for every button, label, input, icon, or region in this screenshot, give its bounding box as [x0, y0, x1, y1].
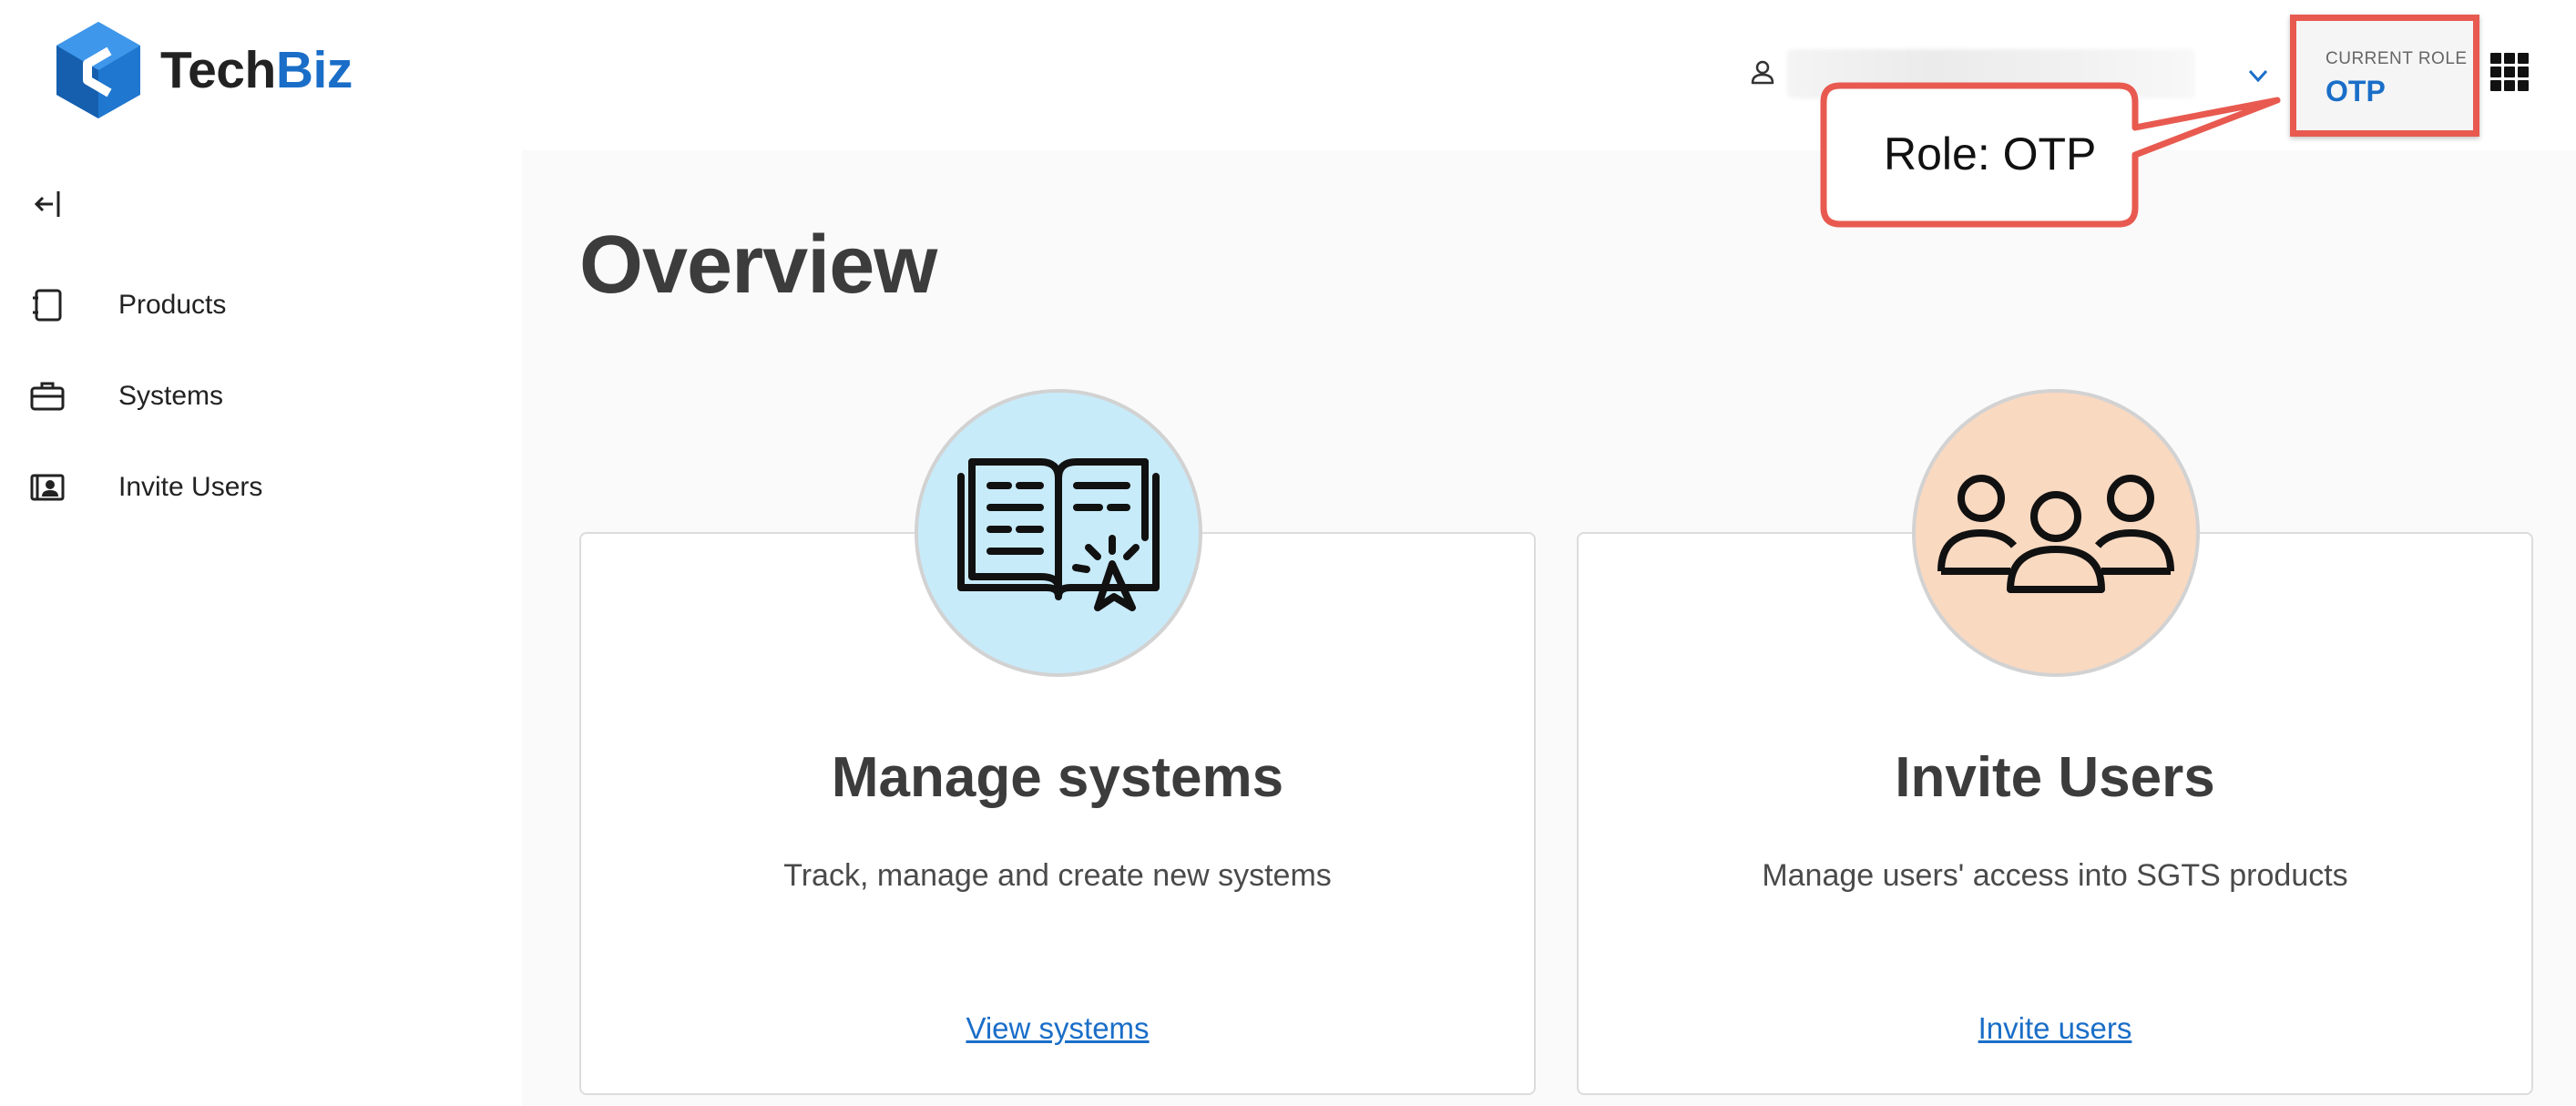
current-role-value: OTP: [2326, 75, 2386, 108]
users-group-icon: [1937, 475, 2174, 593]
contact-card-icon: [30, 474, 65, 501]
sidebar-item-label: Products: [118, 290, 227, 320]
logo-wordmark: TechBiz: [160, 40, 353, 100]
view-systems-link[interactable]: View systems: [581, 1011, 1534, 1046]
logo-text-tech: Tech: [160, 41, 276, 99]
current-role-label: CURRENT ROLE: [2326, 49, 2468, 68]
invite-users-link[interactable]: Invite users: [1579, 1011, 2531, 1046]
card-title: Invite Users: [1895, 746, 2215, 809]
sidebar-item-products[interactable]: Products: [0, 269, 510, 342]
techbiz-logo-icon: [56, 22, 140, 118]
sidebar-item-invite-users[interactable]: Invite Users: [0, 451, 510, 524]
role-callout-text: Role: OTP: [1884, 128, 2097, 179]
user-icon: [1751, 60, 1774, 85]
collapse-sidebar-icon[interactable]: [31, 186, 67, 222]
card-description: Track, manage and create new systems: [783, 858, 1332, 893]
techbiz-logo[interactable]: TechBiz: [53, 20, 353, 120]
page-title: Overview: [579, 220, 937, 311]
briefcase-icon: [30, 382, 65, 411]
app-launcher-grid-icon[interactable]: [2490, 53, 2529, 91]
book-cursor-icon: [957, 458, 1160, 611]
sidebar-item-label: Systems: [118, 381, 224, 411]
sidebar-item-systems[interactable]: Systems: [0, 360, 510, 433]
notebook-icon: [33, 289, 62, 322]
logo-text-biz: Biz: [275, 41, 353, 99]
card-description: Manage users' access into SGTS products: [1762, 858, 2348, 893]
card-title: Manage systems: [831, 746, 1284, 809]
invite-users-icon-circle: [1912, 389, 2200, 677]
manage-systems-icon-circle: [915, 389, 1202, 677]
sidebar-item-label: Invite Users: [118, 472, 263, 502]
